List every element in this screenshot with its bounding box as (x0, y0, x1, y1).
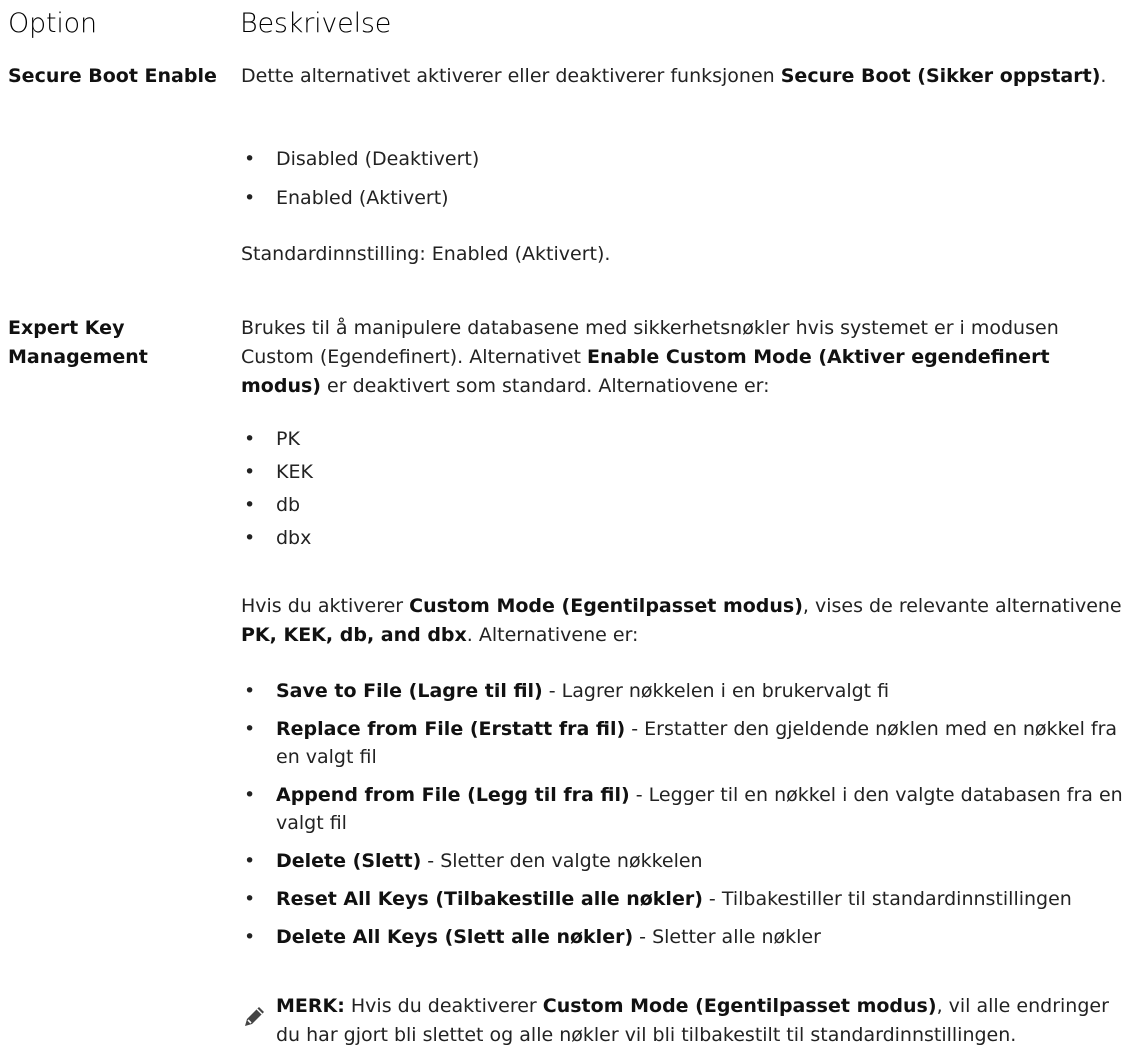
secure-boot-default: Standardinnstilling: Enabled (Aktivert). (241, 243, 611, 265)
pencil-note-icon (245, 1007, 264, 1026)
secure-boot-options: Disabled (Deaktivert) Enabled (Aktivert) (241, 145, 1126, 223)
secure-boot-label: Secure Boot Enable (8, 65, 217, 87)
list-item: dbx (241, 524, 1126, 552)
list-item: Disabled (Deaktivert) (241, 145, 1126, 173)
secure-boot-description: Dette alternativet aktiverer eller deakt… (241, 65, 1107, 87)
note-text: MERK: Hvis du deaktiverer Custom Mode (E… (276, 995, 1109, 1046)
expert-key-description: Brukes til å manipulere databasene med s… (241, 317, 1059, 397)
description-column-header: Beskrivelse (240, 8, 392, 39)
list-item: Delete (Slett) - Sletter den valgte nøkk… (241, 847, 1126, 875)
key-database-list: PK KEK db dbx (241, 425, 1126, 557)
list-item: db (241, 491, 1126, 519)
list-item: Save to File (Lagre til fil) - Lagrer nø… (241, 677, 1126, 705)
list-item: Reset All Keys (Tilbakestille alle nøkle… (241, 885, 1126, 913)
option-column-header: Option (8, 8, 97, 39)
list-item: Delete All Keys (Slett alle nøkler) - Sl… (241, 923, 1126, 951)
custom-mode-description: Hvis du aktiverer Custom Mode (Egentilpa… (241, 595, 1122, 646)
list-item: Enabled (Aktivert) (241, 184, 1126, 212)
key-actions-list: Save to File (Lagre til fil) - Lagrer nø… (241, 677, 1126, 961)
list-item: Replace from File (Erstatt fra fil) - Er… (241, 715, 1126, 771)
list-item: PK (241, 425, 1126, 453)
list-item: Append from File (Legg til fra fil) - Le… (241, 781, 1126, 837)
list-item: KEK (241, 458, 1126, 486)
expert-key-label: Expert Key Management (8, 317, 148, 368)
